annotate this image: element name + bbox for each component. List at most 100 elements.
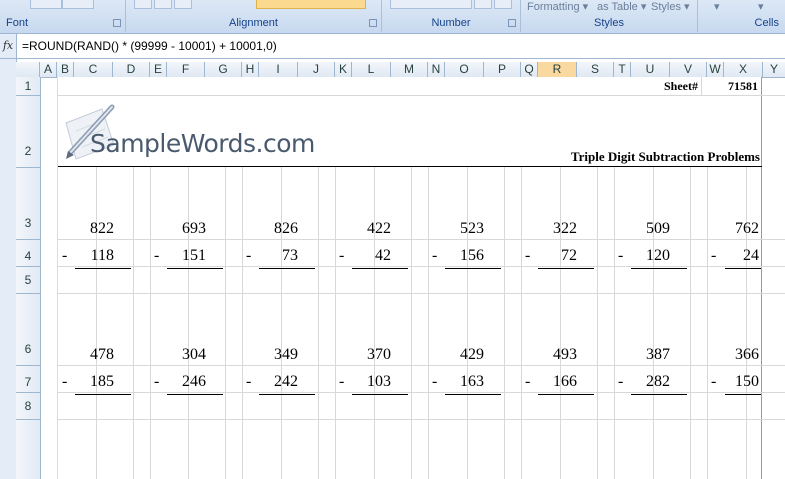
minuend: 478 bbox=[90, 346, 114, 363]
minuend: 509 bbox=[646, 220, 670, 237]
font-dialog-launcher-icon[interactable] bbox=[113, 19, 121, 27]
column-header-q[interactable]: Q bbox=[521, 62, 538, 77]
insert-button-arrow[interactable]: ▾ bbox=[714, 0, 720, 13]
cells-group-label: Cells bbox=[754, 17, 779, 29]
increase-decimal-button[interactable] bbox=[474, 0, 492, 9]
merge-center-button[interactable] bbox=[256, 0, 366, 9]
alignment-dialog-launcher-icon[interactable] bbox=[369, 19, 377, 27]
column-header-h[interactable]: H bbox=[242, 62, 259, 77]
column-header-t[interactable]: T bbox=[614, 62, 631, 77]
row-header-5[interactable]: 5 bbox=[16, 267, 40, 294]
styles-group-label: Styles bbox=[594, 17, 624, 29]
align-button-3[interactable] bbox=[174, 0, 192, 9]
minuend: 366 bbox=[735, 346, 759, 363]
problem-2-6: 493 - 166 bbox=[521, 346, 613, 406]
subtrahend: 246 bbox=[182, 373, 206, 390]
minuend: 693 bbox=[182, 220, 206, 237]
minus-sign: - bbox=[711, 373, 717, 390]
minuend: 762 bbox=[735, 220, 759, 237]
column-header-k[interactable]: K bbox=[335, 62, 352, 77]
subtrahend: 242 bbox=[274, 373, 298, 390]
worksheet-grid[interactable]: Sheet# 71581 SampleWords.com Triple Digi… bbox=[41, 77, 785, 479]
format-as-table-button[interactable]: as Table ▾ bbox=[597, 0, 646, 13]
number-dialog-launcher-icon[interactable] bbox=[508, 19, 516, 27]
alignment-group: Alignment bbox=[126, 0, 382, 32]
column-header-u[interactable]: U bbox=[631, 62, 670, 77]
font-button-bottom[interactable] bbox=[30, 0, 62, 9]
column-header-w[interactable]: W bbox=[707, 62, 724, 77]
column-header-m[interactable]: M bbox=[391, 62, 428, 77]
worksheet-title: Triple Digit Subtraction Problems bbox=[570, 149, 760, 164]
column-header-x[interactable]: X bbox=[724, 62, 763, 77]
alignment-group-label: Alignment bbox=[229, 17, 278, 29]
column-header-y[interactable]: Y bbox=[763, 62, 785, 77]
column-header-s[interactable]: S bbox=[577, 62, 614, 77]
row-header-7[interactable]: 7 bbox=[16, 366, 40, 393]
problem-2-2: 304 - 246 bbox=[150, 346, 242, 406]
left-pane bbox=[0, 59, 17, 479]
column-header-l[interactable]: L bbox=[352, 62, 391, 77]
problem-1-6: 322 - 72 bbox=[521, 220, 613, 280]
column-header-bar: A B C D E F G H I J K L M N O P Q R S T … bbox=[16, 62, 785, 78]
sheet-label: Sheet# bbox=[664, 79, 698, 93]
subtrahend: 150 bbox=[735, 373, 759, 390]
subtrahend: 166 bbox=[553, 373, 577, 390]
font-button-bottom-2[interactable] bbox=[62, 0, 94, 9]
column-header-p[interactable]: P bbox=[484, 62, 521, 77]
subtrahend: 120 bbox=[646, 247, 670, 264]
column-header-e[interactable]: E bbox=[150, 62, 167, 77]
minuend: 826 bbox=[274, 220, 298, 237]
cell-styles-label: Styles bbox=[651, 1, 681, 13]
worksheet-content: Sheet# 71581 SampleWords.com Triple Digi… bbox=[58, 77, 785, 479]
title-underline bbox=[58, 166, 762, 167]
subtrahend: 156 bbox=[460, 247, 484, 264]
column-header-r[interactable]: R bbox=[538, 62, 577, 77]
subtrahend: 282 bbox=[646, 373, 670, 390]
column-header-n[interactable]: N bbox=[428, 62, 445, 77]
column-header-c[interactable]: C bbox=[74, 62, 113, 77]
font-group: Font bbox=[0, 0, 126, 32]
row-header-1[interactable]: 1 bbox=[16, 77, 40, 96]
column-header-d[interactable]: D bbox=[113, 62, 150, 77]
align-button-2[interactable] bbox=[154, 0, 172, 9]
column-header-o[interactable]: O bbox=[445, 62, 484, 77]
minus-sign: - bbox=[62, 373, 68, 390]
row-header-6[interactable]: 6 bbox=[16, 294, 40, 366]
minus-sign: - bbox=[432, 373, 438, 390]
column-header-v[interactable]: V bbox=[670, 62, 707, 77]
column-header-j[interactable]: J bbox=[298, 62, 335, 77]
cell-styles-button[interactable]: Styles ▾ bbox=[651, 0, 690, 13]
minuend: 422 bbox=[367, 220, 391, 237]
minus-sign: - bbox=[62, 247, 68, 264]
sheet-number: 71581 bbox=[728, 79, 758, 93]
subtrahend: 73 bbox=[282, 247, 298, 264]
minus-sign: - bbox=[711, 247, 717, 264]
problem-2-4: 370 - 103 bbox=[335, 346, 427, 406]
select-all-corner[interactable] bbox=[16, 62, 40, 77]
column-header-i[interactable]: I bbox=[259, 62, 298, 77]
delete-button-arrow[interactable]: ▾ bbox=[758, 0, 764, 13]
align-button-1[interactable] bbox=[134, 0, 152, 9]
format-as-table-label: as Table bbox=[597, 1, 638, 13]
decrease-decimal-button[interactable] bbox=[494, 0, 512, 9]
minus-sign: - bbox=[339, 247, 345, 264]
row-header-2[interactable]: 2 bbox=[16, 96, 40, 168]
column-header-a[interactable]: A bbox=[40, 62, 57, 77]
minuend: 304 bbox=[182, 346, 206, 363]
conditional-formatting-button[interactable]: Formatting ▾ bbox=[527, 0, 588, 13]
row-header-3[interactable]: 3 bbox=[16, 168, 40, 240]
subtrahend: 24 bbox=[743, 247, 759, 264]
minus-sign: - bbox=[618, 373, 624, 390]
styles-group: Formatting ▾ as Table ▾ Styles ▾ Styles bbox=[521, 0, 698, 32]
column-header-g[interactable]: G bbox=[205, 62, 242, 77]
insert-function-icon[interactable]: fx bbox=[0, 34, 17, 58]
column-header-b[interactable]: B bbox=[57, 62, 74, 77]
subtrahend: 163 bbox=[460, 373, 484, 390]
row-header-4[interactable]: 4 bbox=[16, 240, 40, 267]
problem-1-8: 762 - 24 bbox=[707, 220, 761, 280]
formula-input[interactable]: =ROUND(RAND() * (99999 - 10001) + 10001,… bbox=[22, 34, 277, 58]
number-format-dropdown[interactable] bbox=[390, 0, 472, 9]
column-header-f[interactable]: F bbox=[167, 62, 205, 77]
formula-bar: fx =ROUND(RAND() * (99999 - 10001) + 100… bbox=[0, 34, 785, 59]
row-header-8[interactable]: 8 bbox=[16, 393, 40, 420]
